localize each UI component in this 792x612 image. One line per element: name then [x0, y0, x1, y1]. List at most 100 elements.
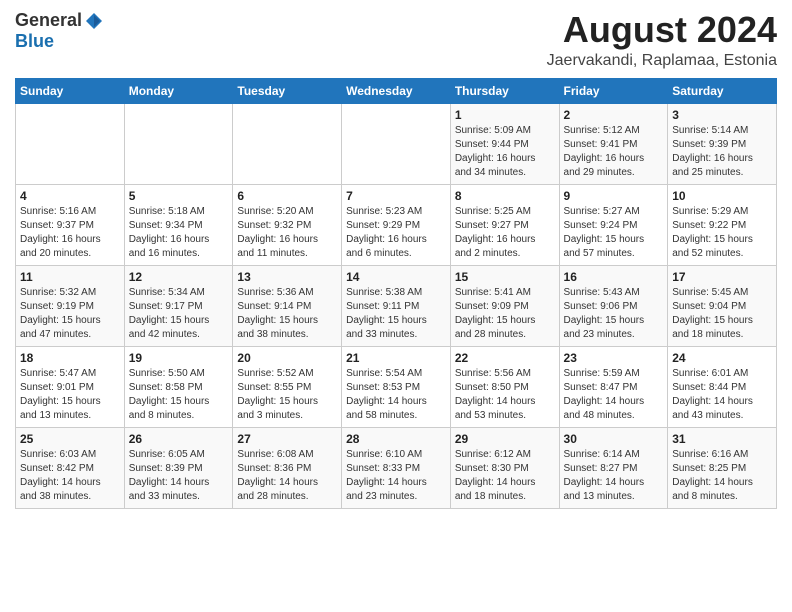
- calendar-day-cell: 31 Sunrise: 6:16 AM Sunset: 8:25 PM Dayli…: [668, 427, 777, 508]
- calendar-header: SundayMondayTuesdayWednesdayThursdayFrid…: [16, 78, 777, 103]
- day-info: Sunrise: 5:16 AM Sunset: 9:37 PM Dayligh…: [20, 205, 120, 261]
- calendar-week-row: 18 Sunrise: 5:47 AM Sunset: 9:01 PM Dayli…: [16, 346, 777, 427]
- day-info: Sunrise: 5:36 AM Sunset: 9:14 PM Dayligh…: [237, 286, 337, 342]
- month-title: August 2024: [547, 10, 777, 50]
- page-header: General Blue August 2024 Jaervakandi, Ra…: [15, 10, 777, 70]
- day-info: Sunrise: 5:18 AM Sunset: 9:34 PM Dayligh…: [129, 205, 229, 261]
- day-info: Sunrise: 5:47 AM Sunset: 9:01 PM Dayligh…: [20, 367, 120, 423]
- day-number: 6: [237, 189, 337, 203]
- day-info: Sunrise: 5:09 AM Sunset: 9:44 PM Dayligh…: [455, 124, 555, 180]
- calendar-week-row: 11 Sunrise: 5:32 AM Sunset: 9:19 PM Dayli…: [16, 265, 777, 346]
- day-number: 1: [455, 108, 555, 122]
- calendar-day-cell: 22 Sunrise: 5:56 AM Sunset: 8:50 PM Dayli…: [450, 346, 559, 427]
- calendar-day-cell: 13 Sunrise: 5:36 AM Sunset: 9:14 PM Dayli…: [233, 265, 342, 346]
- day-number: 23: [564, 351, 664, 365]
- logo-blue-text: Blue: [15, 31, 54, 52]
- calendar-day-cell: 23 Sunrise: 5:59 AM Sunset: 8:47 PM Dayli…: [559, 346, 668, 427]
- calendar-day-cell: 3Sunrise: 5:14 AM Sunset: 9:39 PM Daylig…: [668, 103, 777, 184]
- weekday-header: Tuesday: [233, 78, 342, 103]
- calendar-day-cell: 16Sunrise: 5:43 AM Sunset: 9:06 PM Dayli…: [559, 265, 668, 346]
- day-number: 11: [20, 270, 120, 284]
- calendar-day-cell: 17 Sunrise: 5:45 AM Sunset: 9:04 PM Dayli…: [668, 265, 777, 346]
- day-number: 21: [346, 351, 446, 365]
- day-number: 25: [20, 432, 120, 446]
- title-block: August 2024 Jaervakandi, Raplamaa, Eston…: [547, 10, 777, 70]
- day-number: 20: [237, 351, 337, 365]
- calendar-day-cell: 18 Sunrise: 5:47 AM Sunset: 9:01 PM Dayli…: [16, 346, 125, 427]
- day-number: 17: [672, 270, 772, 284]
- calendar-day-cell: 8Sunrise: 5:25 AM Sunset: 9:27 PM Daylig…: [450, 184, 559, 265]
- day-number: 22: [455, 351, 555, 365]
- day-number: 29: [455, 432, 555, 446]
- calendar-day-cell: 2 Sunrise: 5:12 AM Sunset: 9:41 PM Daylig…: [559, 103, 668, 184]
- day-info: Sunrise: 5:59 AM Sunset: 8:47 PM Dayligh…: [564, 367, 664, 423]
- day-info: Sunrise: 5:20 AM Sunset: 9:32 PM Dayligh…: [237, 205, 337, 261]
- calendar-week-row: 25Sunrise: 6:03 AM Sunset: 8:42 PM Dayli…: [16, 427, 777, 508]
- calendar-table: SundayMondayTuesdayWednesdayThursdayFrid…: [15, 78, 777, 509]
- weekday-header: Monday: [124, 78, 233, 103]
- day-info: Sunrise: 5:14 AM Sunset: 9:39 PM Dayligh…: [672, 124, 772, 180]
- location-title: Jaervakandi, Raplamaa, Estonia: [547, 52, 777, 70]
- day-info: Sunrise: 5:41 AM Sunset: 9:09 PM Dayligh…: [455, 286, 555, 342]
- calendar-day-cell: 7Sunrise: 5:23 AM Sunset: 9:29 PM Daylig…: [342, 184, 451, 265]
- day-info: Sunrise: 5:23 AM Sunset: 9:29 PM Dayligh…: [346, 205, 446, 261]
- calendar-day-cell: 26 Sunrise: 6:05 AM Sunset: 8:39 PM Dayli…: [124, 427, 233, 508]
- calendar-day-cell: 24 Sunrise: 6:01 AM Sunset: 8:44 PM Dayli…: [668, 346, 777, 427]
- calendar-day-cell: [16, 103, 125, 184]
- calendar-day-cell: 29 Sunrise: 6:12 AM Sunset: 8:30 PM Dayli…: [450, 427, 559, 508]
- calendar-day-cell: [342, 103, 451, 184]
- day-info: Sunrise: 5:54 AM Sunset: 8:53 PM Dayligh…: [346, 367, 446, 423]
- day-number: 12: [129, 270, 229, 284]
- day-info: Sunrise: 5:52 AM Sunset: 8:55 PM Dayligh…: [237, 367, 337, 423]
- day-info: Sunrise: 5:38 AM Sunset: 9:11 PM Dayligh…: [346, 286, 446, 342]
- calendar-day-cell: 4Sunrise: 5:16 AM Sunset: 9:37 PM Daylig…: [16, 184, 125, 265]
- day-info: Sunrise: 5:45 AM Sunset: 9:04 PM Dayligh…: [672, 286, 772, 342]
- day-number: 24: [672, 351, 772, 365]
- day-number: 10: [672, 189, 772, 203]
- day-number: 26: [129, 432, 229, 446]
- day-info: Sunrise: 6:12 AM Sunset: 8:30 PM Dayligh…: [455, 448, 555, 504]
- calendar-day-cell: 20 Sunrise: 5:52 AM Sunset: 8:55 PM Dayli…: [233, 346, 342, 427]
- day-info: Sunrise: 5:29 AM Sunset: 9:22 PM Dayligh…: [672, 205, 772, 261]
- calendar-day-cell: 19Sunrise: 5:50 AM Sunset: 8:58 PM Dayli…: [124, 346, 233, 427]
- weekday-header: Wednesday: [342, 78, 451, 103]
- day-info: Sunrise: 5:27 AM Sunset: 9:24 PM Dayligh…: [564, 205, 664, 261]
- logo-general-text: General: [15, 10, 82, 31]
- calendar-day-cell: 12 Sunrise: 5:34 AM Sunset: 9:17 PM Dayli…: [124, 265, 233, 346]
- weekday-header: Sunday: [16, 78, 125, 103]
- weekday-header: Thursday: [450, 78, 559, 103]
- day-number: 9: [564, 189, 664, 203]
- day-number: 16: [564, 270, 664, 284]
- calendar-day-cell: 14Sunrise: 5:38 AM Sunset: 9:11 PM Dayli…: [342, 265, 451, 346]
- day-info: Sunrise: 5:32 AM Sunset: 9:19 PM Dayligh…: [20, 286, 120, 342]
- calendar-day-cell: 28 Sunrise: 6:10 AM Sunset: 8:33 PM Dayli…: [342, 427, 451, 508]
- day-info: Sunrise: 6:10 AM Sunset: 8:33 PM Dayligh…: [346, 448, 446, 504]
- day-number: 27: [237, 432, 337, 446]
- day-info: Sunrise: 6:16 AM Sunset: 8:25 PM Dayligh…: [672, 448, 772, 504]
- day-number: 13: [237, 270, 337, 284]
- day-number: 18: [20, 351, 120, 365]
- day-info: Sunrise: 6:14 AM Sunset: 8:27 PM Dayligh…: [564, 448, 664, 504]
- day-number: 30: [564, 432, 664, 446]
- calendar-day-cell: 25Sunrise: 6:03 AM Sunset: 8:42 PM Dayli…: [16, 427, 125, 508]
- calendar-day-cell: 5 Sunrise: 5:18 AM Sunset: 9:34 PM Daylig…: [124, 184, 233, 265]
- calendar-day-cell: 27Sunrise: 6:08 AM Sunset: 8:36 PM Dayli…: [233, 427, 342, 508]
- day-number: 2: [564, 108, 664, 122]
- day-number: 8: [455, 189, 555, 203]
- calendar-day-cell: [233, 103, 342, 184]
- calendar-day-cell: 11 Sunrise: 5:32 AM Sunset: 9:19 PM Dayli…: [16, 265, 125, 346]
- day-info: Sunrise: 5:56 AM Sunset: 8:50 PM Dayligh…: [455, 367, 555, 423]
- day-number: 31: [672, 432, 772, 446]
- calendar-week-row: 4Sunrise: 5:16 AM Sunset: 9:37 PM Daylig…: [16, 184, 777, 265]
- day-number: 5: [129, 189, 229, 203]
- day-info: Sunrise: 5:12 AM Sunset: 9:41 PM Dayligh…: [564, 124, 664, 180]
- calendar-day-cell: 30 Sunrise: 6:14 AM Sunset: 8:27 PM Dayli…: [559, 427, 668, 508]
- weekday-header: Saturday: [668, 78, 777, 103]
- calendar-day-cell: 1 Sunrise: 5:09 AM Sunset: 9:44 PM Daylig…: [450, 103, 559, 184]
- logo: General Blue: [15, 10, 104, 52]
- day-info: Sunrise: 6:05 AM Sunset: 8:39 PM Dayligh…: [129, 448, 229, 504]
- day-info: Sunrise: 6:01 AM Sunset: 8:44 PM Dayligh…: [672, 367, 772, 423]
- calendar-day-cell: [124, 103, 233, 184]
- day-info: Sunrise: 5:34 AM Sunset: 9:17 PM Dayligh…: [129, 286, 229, 342]
- day-number: 28: [346, 432, 446, 446]
